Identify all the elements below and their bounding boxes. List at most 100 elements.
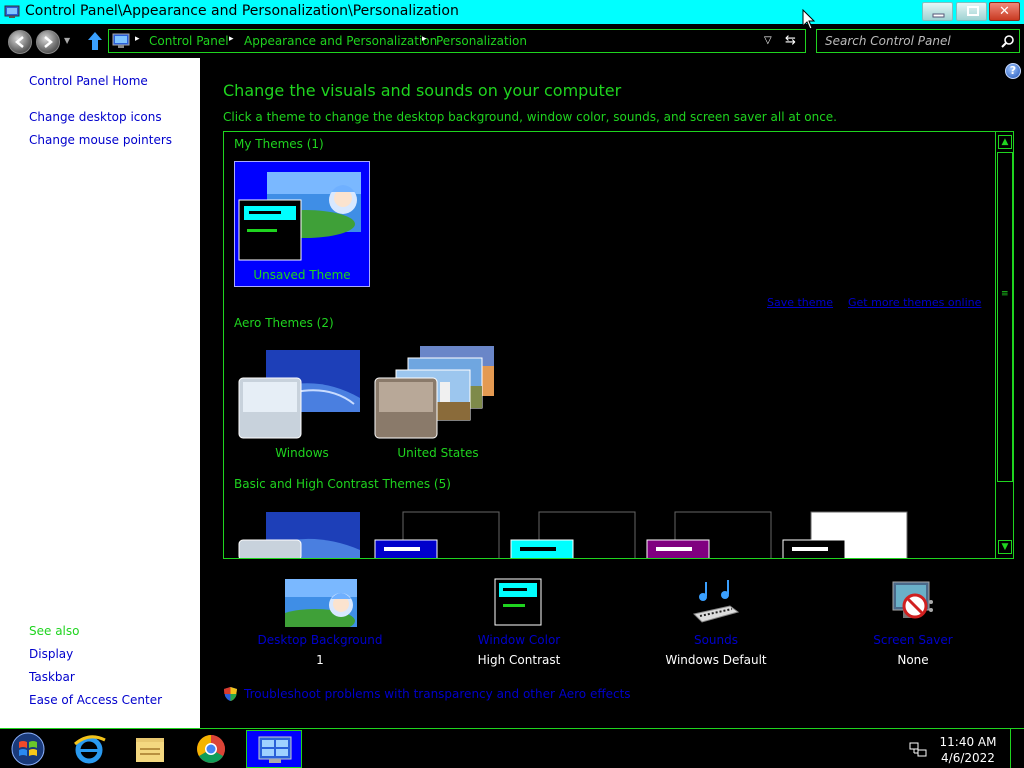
forward-button[interactable] [36, 30, 60, 54]
scroll-up-icon[interactable]: ▲ [998, 135, 1012, 149]
theme-high-contrast-white[interactable] [778, 510, 914, 558]
file-explorer-button[interactable] [122, 730, 178, 768]
back-button[interactable] [8, 30, 32, 54]
windows-start-icon [11, 732, 45, 766]
minimize-button[interactable] [922, 2, 953, 21]
internet-explorer-icon [74, 735, 106, 764]
desktop-background-value: 1 [316, 653, 324, 667]
theme-label: United States [397, 446, 479, 460]
screen-saver-link[interactable]: Screen Saver [823, 633, 1003, 647]
left-navigation-pane: Control Panel Home Change desktop icons … [0, 58, 200, 728]
search-icon[interactable] [1001, 34, 1015, 48]
high-contrast-white-preview-icon [782, 511, 908, 558]
high-contrast-2-preview-icon [510, 511, 636, 558]
my-themes-heading: My Themes (1) [234, 137, 324, 151]
window-color-value: High Contrast [477, 653, 561, 667]
page-description: Click a theme to change the desktop back… [223, 110, 837, 124]
maximize-button[interactable] [956, 2, 987, 21]
minimize-icon [932, 13, 945, 18]
breadcrumb-separator: ▸ [229, 34, 234, 44]
main-content: ? Change the visuals and sounds on your … [200, 58, 1024, 728]
control-panel-taskbar-button[interactable] [246, 730, 302, 768]
sounds-icon [693, 580, 740, 623]
basic-high-contrast-heading: Basic and High Contrast Themes (5) [234, 477, 451, 491]
sounds-link[interactable]: Sounds [626, 633, 806, 647]
start-button[interactable] [0, 730, 56, 768]
desktop-background-icon [285, 579, 357, 627]
system-clock[interactable]: 11:40 AM 4/6/2022 [936, 734, 1000, 766]
theme-list[interactable]: My Themes (1) Unsaved Theme Save theme G… [223, 131, 1014, 559]
search-box[interactable] [816, 29, 1020, 53]
back-arrow-icon [15, 36, 24, 48]
breadcrumb-separator: ▸ [135, 34, 140, 44]
clock-date: 4/6/2022 [941, 751, 995, 765]
chrome-button[interactable] [183, 730, 239, 768]
window-color-link[interactable]: Window Color [429, 633, 609, 647]
scrollbar-thumb[interactable] [997, 152, 1013, 482]
get-more-themes-online-link[interactable]: Get more themes online [848, 296, 981, 309]
control-panel-icon [112, 33, 130, 48]
theme-windows-basic[interactable] [234, 510, 370, 558]
folder-icon [136, 738, 164, 762]
breadcrumb-appearance[interactable]: Appearance and Personalization [244, 34, 437, 48]
control-panel-home-link[interactable]: Control Panel Home [29, 74, 148, 88]
close-icon: ✕ [999, 4, 1010, 19]
mouse-cursor-icon [802, 9, 816, 30]
united-states-theme-preview-icon [374, 346, 494, 439]
network-icon[interactable] [909, 740, 927, 758]
save-theme-link[interactable]: Save theme [767, 296, 833, 309]
theme-windows[interactable]: Windows [234, 342, 370, 468]
recent-pages-dropdown-icon[interactable]: ▼ [64, 36, 70, 45]
breadcrumb-control-panel[interactable]: Control Panel [149, 34, 229, 48]
change-mouse-pointers-link[interactable]: Change mouse pointers [29, 133, 172, 147]
theme-label: Unsaved Theme [253, 268, 351, 282]
control-panel-taskbar-icon [258, 736, 292, 763]
taskbar-link[interactable]: Taskbar [29, 670, 75, 684]
address-bar[interactable]: ▸ Control Panel ▸ Appearance and Persona… [108, 29, 806, 53]
high-contrast-black-preview-icon [646, 511, 772, 558]
window-color-icon [494, 578, 542, 626]
forward-arrow-icon [44, 36, 53, 48]
navigation-bar: ▼ ▸ Control Panel ▸ Appearance and Perso… [0, 24, 1024, 58]
window-title: Control Panel\Appearance and Personaliza… [25, 3, 459, 19]
theme-list-scrollbar[interactable]: ▲ ≡ ▼ [995, 132, 1013, 558]
theme-high-contrast-2[interactable] [506, 510, 642, 558]
see-also-label: See also [29, 624, 80, 638]
clock-time: 11:40 AM [939, 735, 997, 749]
close-button[interactable]: ✕ [989, 2, 1020, 21]
windows-basic-preview-icon [238, 512, 360, 558]
theme-high-contrast-black[interactable] [642, 510, 778, 558]
breadcrumb-separator: ▸ [422, 34, 427, 44]
display-link[interactable]: Display [29, 647, 73, 661]
theme-high-contrast-1[interactable] [370, 510, 506, 558]
unsaved-theme-preview-icon [238, 172, 361, 261]
windows-theme-preview-icon [238, 350, 360, 439]
theme-label: Windows [275, 446, 329, 460]
show-desktop-button[interactable] [1010, 729, 1024, 768]
page-title: Change the visuals and sounds on your co… [223, 81, 622, 100]
internet-explorer-button[interactable] [61, 730, 117, 768]
refresh-icon[interactable]: ⇆ [785, 33, 796, 48]
control-panel-app-icon [4, 5, 20, 18]
sounds-value: Windows Default [665, 653, 767, 667]
aero-themes-heading: Aero Themes (2) [234, 316, 334, 330]
title-bar[interactable]: Control Panel\Appearance and Personaliza… [0, 0, 1024, 24]
breadcrumb-personalization[interactable]: Personalization [436, 34, 527, 48]
theme-unsaved[interactable]: Unsaved Theme [234, 161, 370, 287]
search-input[interactable] [817, 30, 997, 52]
up-arrow-icon[interactable] [86, 30, 104, 52]
scrollbar-grip-icon: ≡ [1001, 289, 1009, 299]
screen-saver-icon [892, 581, 933, 619]
desktop-background-link[interactable]: Desktop Background [230, 633, 410, 647]
taskbar: 11:40 AM 4/6/2022 [0, 728, 1024, 768]
change-desktop-icons-link[interactable]: Change desktop icons [29, 110, 162, 124]
scroll-down-icon[interactable]: ▼ [998, 540, 1012, 554]
ease-of-access-center-link[interactable]: Ease of Access Center [29, 693, 162, 707]
theme-united-states[interactable]: United States [370, 342, 506, 468]
high-contrast-1-preview-icon [374, 511, 500, 558]
address-dropdown-icon[interactable]: ▽ [764, 35, 772, 46]
chrome-icon [197, 735, 225, 763]
restore-icon [967, 6, 979, 16]
help-button[interactable]: ? [1005, 63, 1021, 79]
screen-saver-value: None [897, 653, 929, 667]
